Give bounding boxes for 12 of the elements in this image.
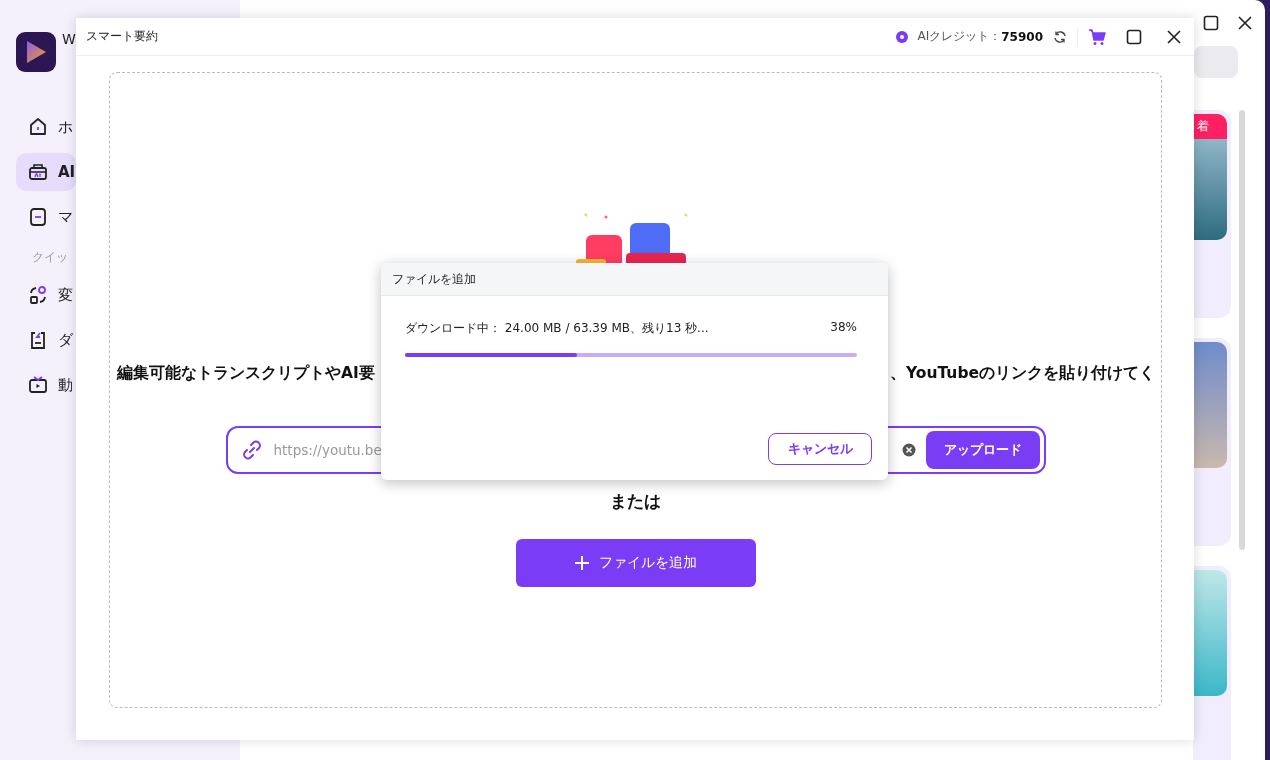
app-name: W — [62, 32, 76, 46]
credits-label: AIクレジット： — [917, 28, 1002, 45]
download-status: ダウンロード中： 24.00 MB / 63.39 MB、残り13 秒... — [405, 320, 709, 337]
window-title: スマート要約 — [86, 28, 159, 45]
instruction-text: 、YouTubeのリンクを貼り付けてく — [890, 363, 1155, 384]
credits-value: 75900 — [1001, 29, 1043, 44]
progress-percent: 38% — [830, 320, 857, 336]
or-label: または — [610, 490, 661, 513]
section-label: クイッ — [32, 249, 69, 266]
new-badge: 着 — [1193, 114, 1227, 139]
dialog-title: ファイルを追加 — [392, 270, 476, 288]
instruction-text: 編集可能なトランスクリプトやAI要 — [117, 363, 375, 384]
